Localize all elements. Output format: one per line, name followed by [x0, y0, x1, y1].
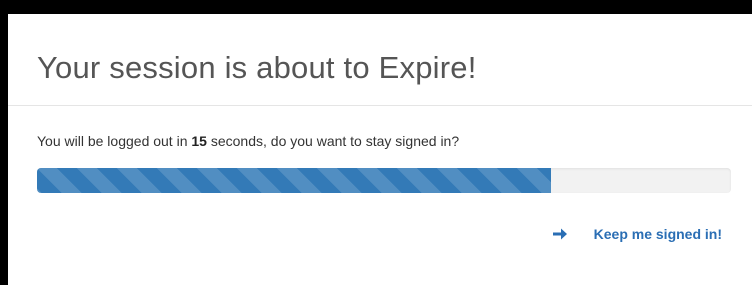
keep-signed-in-button[interactable]: Keep me signed in!: [552, 226, 722, 242]
arrow-right-icon: [552, 226, 568, 242]
seconds-remaining: 15: [191, 133, 207, 149]
message-suffix: seconds, do you want to stay signed in?: [206, 133, 460, 149]
dialog-title: Your session is about to Expire!: [37, 50, 477, 85]
session-timeout-dialog: Your session is about to Expire! You wil…: [8, 14, 752, 285]
dialog-header: Your session is about to Expire!: [8, 14, 752, 106]
countdown-progress-bar: [37, 168, 551, 193]
countdown-progress: [37, 168, 731, 193]
keep-signed-in-label: Keep me signed in!: [593, 226, 722, 242]
timeout-message: You will be logged out in 15 seconds, do…: [37, 133, 459, 149]
message-prefix: You will be logged out in: [37, 133, 192, 149]
